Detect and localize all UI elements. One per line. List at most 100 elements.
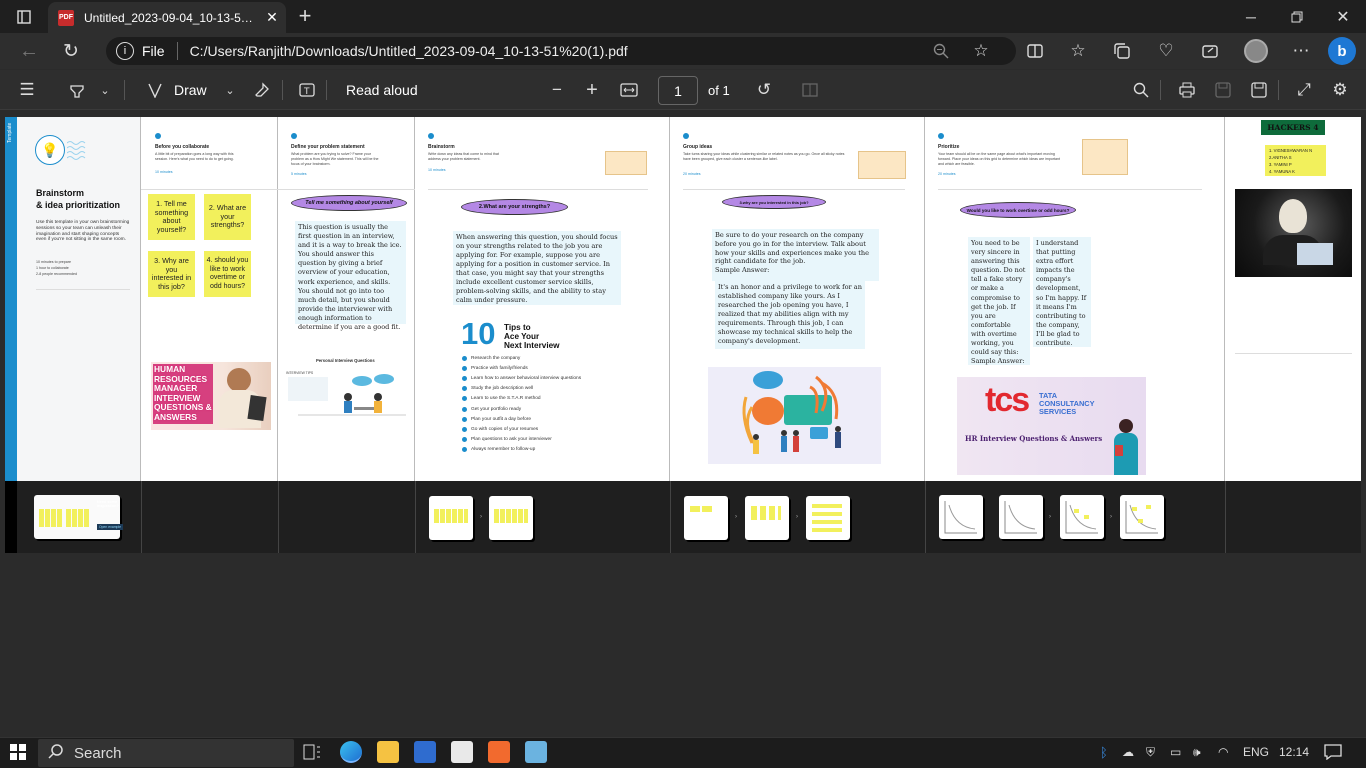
browser-essentials-icon[interactable]: ♡ <box>1151 36 1181 66</box>
clipboard-icon <box>247 395 267 421</box>
bluetooth-icon[interactable]: ᛒ <box>1100 745 1108 760</box>
volume-icon[interactable]: 🕪 <box>1193 745 1201 760</box>
group-discussion-illustration <box>708 367 881 464</box>
open-example-button[interactable]: Open example <box>97 524 124 530</box>
back-icon[interactable]: ← <box>14 36 44 66</box>
favorites-icon[interactable]: ☆ <box>1063 36 1093 66</box>
edge-taskbar-icon[interactable] <box>340 741 362 763</box>
file-explorer-icon[interactable] <box>377 741 399 763</box>
answer-box-3: Be sure to do your research on the compa… <box>712 229 879 281</box>
prioritize-thumbnail[interactable] <box>999 495 1043 539</box>
zoom-out-icon[interactable]: − <box>542 75 572 105</box>
page-view-icon[interactable] <box>795 75 825 105</box>
brave-icon[interactable] <box>488 741 510 763</box>
brainstorm-panel: Brainstorm Write down any ideas that com… <box>415 117 670 481</box>
windows-start-icon[interactable] <box>10 744 26 765</box>
hr-image-caption: HUMAN RESOURCES MANAGER INTERVIEW QUESTI… <box>153 364 213 424</box>
browser-tab[interactable]: PDF Untitled_2023-09-04_10-13-51 (1 ✕ <box>48 2 286 33</box>
tcs-logo: tcs <box>985 381 1030 419</box>
highlight-icon[interactable] <box>62 75 92 105</box>
task-view-icon[interactable] <box>303 744 321 765</box>
minimize-icon[interactable]: ─ <box>1236 2 1266 32</box>
fit-to-width-icon[interactable] <box>614 75 644 105</box>
info-icon[interactable]: i <box>116 42 134 60</box>
tab-close-icon[interactable]: ✕ <box>258 9 286 26</box>
highlight-options-chevron-icon[interactable]: ⌄ <box>90 75 120 105</box>
team-member: 3. YAMINI P <box>1269 162 1292 167</box>
prioritize-thumbnail[interactable] <box>1060 495 1104 539</box>
intro-body: Use this template in your own brainstorm… <box>36 220 130 243</box>
answer-3-text: Be sure to do your research on the compa… <box>715 231 870 266</box>
prioritize-thumbnail[interactable] <box>1120 495 1164 539</box>
decor-wave-lines-icon <box>67 141 86 160</box>
brainstorm-title: Brainstorm <box>428 144 455 150</box>
zoom-in-icon[interactable]: + <box>577 75 607 105</box>
new-tab-icon[interactable]: + <box>290 1 320 31</box>
language-indicator[interactable]: ENG <box>1243 745 1269 759</box>
prioritize-thumbnail[interactable] <box>939 495 983 539</box>
rotate-icon[interactable]: ↺ <box>749 75 779 105</box>
team-member: 2.ANITHA S <box>1269 155 1292 160</box>
clock[interactable]: 12:14 <box>1279 745 1309 759</box>
draw-button[interactable]: Draw <box>174 82 207 98</box>
app-icon[interactable] <box>525 741 547 763</box>
tab-actions-icon[interactable] <box>9 2 39 32</box>
battery-icon[interactable]: ▭ <box>1170 745 1181 759</box>
mail-icon[interactable] <box>451 741 473 763</box>
group-thumbnail[interactable] <box>745 496 789 540</box>
wifi-icon[interactable]: ◠ <box>1218 745 1228 759</box>
answer-box-4b: I understand that putting extra effort i… <box>1033 237 1091 347</box>
tip-item: Go with copies of your resumes <box>462 424 632 434</box>
intro-meta-collaborate: 1 hour to collaborate <box>36 266 69 270</box>
close-window-icon[interactable]: ✕ <box>1328 2 1358 32</box>
url-box[interactable]: i File C:/Users/Ranjith/Downloads/Untitl… <box>106 37 1016 65</box>
save-as-icon[interactable] <box>1244 75 1274 105</box>
eraser-icon[interactable] <box>247 75 277 105</box>
sticky-note-4[interactable]: 4. should you like to work overtime or o… <box>204 251 251 297</box>
tcs-name: TATA CONSULTANCY SERVICES <box>1039 391 1095 416</box>
text-box-icon[interactable]: T <box>292 75 322 105</box>
brainstorm-thumbnail[interactable] <box>429 496 473 540</box>
url-text[interactable]: C:/Users/Ranjith/Downloads/Untitled_2023… <box>190 43 628 59</box>
svg-text:T: T <box>303 87 310 97</box>
search-icon <box>48 743 64 763</box>
tab-title: Untitled_2023-09-04_10-13-51 (1 <box>84 10 258 25</box>
taskbar-search-box[interactable]: Search <box>38 739 294 767</box>
contents-list-icon[interactable]: ☰ <box>12 75 42 105</box>
step-d-icon <box>683 133 689 139</box>
step-c-icon <box>428 133 434 139</box>
security-tray-icon[interactable]: ⛨ <box>1146 745 1155 760</box>
collections-icon[interactable] <box>1107 36 1137 66</box>
refresh-icon[interactable]: ↻ <box>56 36 86 66</box>
sticky-note-1[interactable]: 1. Tell me something about yourself? <box>148 194 195 240</box>
profile-avatar[interactable] <box>1244 39 1268 63</box>
fullscreen-icon[interactable]: ⤢ <box>1289 75 1319 105</box>
split-screen-icon[interactable] <box>1020 36 1050 66</box>
group-thumbnail[interactable] <box>806 496 850 540</box>
tip-note-2 <box>858 151 906 179</box>
more-options-icon[interactable]: ⋯ <box>1286 36 1316 66</box>
pdf-settings-gear-icon[interactable]: ⚙ <box>1325 75 1355 105</box>
bing-copilot-icon[interactable]: b <box>1328 37 1356 65</box>
group-body: Take turns sharing your ideas while clus… <box>683 152 845 161</box>
read-aloud-button[interactable]: Read aloud <box>346 82 418 98</box>
group-thumbnail[interactable] <box>684 496 728 540</box>
share-icon[interactable] <box>1195 36 1225 66</box>
brainstorm-thumbnail[interactable] <box>489 496 533 540</box>
sticky-note-3[interactable]: 3. Why are you interested in this job? <box>148 251 195 297</box>
zoom-icon[interactable] <box>926 36 956 66</box>
save-icon[interactable] <box>1208 75 1238 105</box>
store-icon[interactable] <box>414 741 436 763</box>
pdf-page[interactable]: Template 💡 Brainstorm & idea prioritizat… <box>5 117 1361 553</box>
team-member: 4. YAMUNA K <box>1269 169 1295 174</box>
find-icon[interactable] <box>1126 75 1156 105</box>
page-number-input[interactable]: 1 <box>658 76 698 105</box>
draw-pen-icon[interactable] <box>140 75 170 105</box>
print-icon[interactable] <box>1172 75 1202 105</box>
draw-options-chevron-icon[interactable]: ⌄ <box>215 75 245 105</box>
sticky-note-2[interactable]: 2. What are your strengths? <box>204 194 251 240</box>
maximize-icon[interactable] <box>1282 2 1312 32</box>
notifications-icon[interactable] <box>1324 744 1342 765</box>
favorite-star-icon[interactable]: ☆ <box>966 36 996 66</box>
tray-icon[interactable]: ☁ <box>1122 745 1134 759</box>
